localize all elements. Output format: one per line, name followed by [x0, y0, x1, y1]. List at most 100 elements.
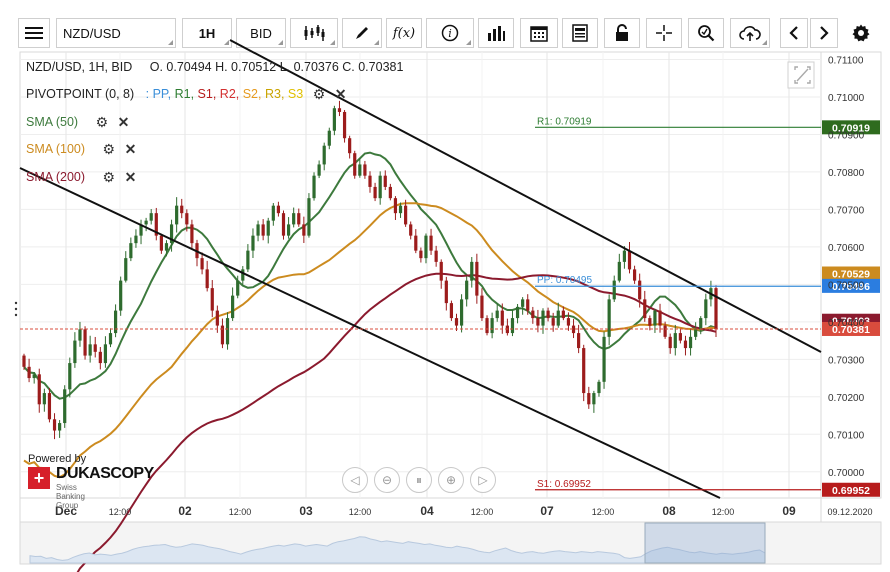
brand-subtitle: Swiss Banking Group	[56, 483, 85, 510]
chart-plot-area	[19, 51, 822, 499]
candle-body	[622, 250, 627, 262]
candle-body	[429, 235, 433, 251]
candle-body	[246, 250, 250, 270]
candle-body	[465, 280, 469, 300]
candle-body	[58, 423, 62, 431]
candle-body	[124, 258, 128, 281]
legend-pivot-sep: :	[145, 86, 150, 101]
drag-handle-icon[interactable]	[14, 301, 18, 317]
candle-body	[119, 280, 123, 311]
x-tick-label: 12:00	[471, 507, 494, 517]
candle-body	[149, 213, 153, 221]
nav-right-icon[interactable]: ▷	[470, 467, 496, 493]
x-tick-label: 02	[178, 504, 192, 518]
candle-body	[510, 318, 515, 334]
legend-pivot-item: R2,	[216, 86, 240, 101]
nav-left-icon[interactable]: ◁	[342, 467, 368, 493]
candle-body	[444, 280, 448, 304]
candle-body	[236, 280, 240, 296]
candle-body	[292, 213, 296, 225]
x-tick-label: 12:00	[592, 507, 615, 517]
fullscreen-icon[interactable]	[787, 61, 815, 89]
candle-body	[577, 333, 581, 349]
candle-body	[266, 220, 270, 236]
candle-body	[531, 310, 535, 319]
x-tick-label: 12:00	[109, 507, 132, 517]
candle-body	[63, 389, 67, 424]
candle-body	[627, 250, 632, 270]
legend-pivot-item: S1,	[194, 86, 217, 101]
candle-body	[281, 213, 286, 236]
legend-ohlc: O. 0.70494 H. 0.70512 L. 0.70376 C. 0.70…	[149, 60, 404, 74]
candle-body	[658, 310, 662, 326]
candle-body	[159, 235, 163, 251]
candle-body	[144, 220, 148, 225]
pivot-settings-icon[interactable]: ⚙	[313, 86, 326, 103]
sma-50-label: SMA (50)	[26, 114, 79, 129]
candle-body	[342, 111, 347, 139]
y-tick-label: 0.71100	[828, 55, 864, 66]
sma-100-settings-icon[interactable]: ⚙	[103, 141, 116, 158]
branding: Powered by + DUKASCOPY Swiss Banking Gro…	[28, 453, 154, 510]
candle-body	[434, 250, 438, 262]
candle-body	[485, 318, 489, 334]
candle-body	[414, 235, 418, 251]
candle-body	[490, 318, 494, 334]
candle-body	[190, 224, 194, 244]
candle-body	[47, 393, 52, 420]
candle-body	[526, 299, 530, 311]
x-tick-label: 09.12.2020	[827, 507, 872, 517]
candle-body	[373, 186, 377, 199]
candle-body	[32, 374, 36, 379]
legend-pivot-item: PP,	[152, 86, 172, 101]
candle-body	[251, 235, 255, 251]
legend-pivot-item: S2,	[239, 86, 262, 101]
y-tick-label: 0.70300	[828, 355, 865, 366]
candle-body	[582, 348, 586, 394]
legend-pivot-label: PIVOTPOINT (0, 8)	[26, 86, 135, 101]
candle-body	[475, 261, 479, 296]
candle-body	[312, 175, 316, 199]
candle-body	[694, 329, 698, 337]
candle-body	[643, 299, 647, 319]
pivot-label-s1: S1: 0.69952	[537, 479, 591, 490]
candle-body	[22, 355, 26, 367]
candle-body	[271, 205, 275, 221]
pivot-label-r1: R1: 0.70919	[537, 116, 592, 127]
sma-50-settings-icon[interactable]: ⚙	[96, 114, 109, 131]
legend-pivot-item: R3,	[261, 86, 285, 101]
x-tick-label: 12:00	[229, 507, 252, 517]
x-tick-label: 08	[662, 504, 676, 518]
candle-body	[515, 306, 520, 319]
zoom-out-icon[interactable]: ⊖	[374, 467, 400, 493]
candle-body	[459, 299, 464, 326]
candle-body	[419, 250, 423, 259]
candle-body	[261, 224, 265, 236]
legend-pivot-row: PIVOTPOINT (0, 8) : PP, R1, S1, R2, S2, …	[26, 86, 346, 103]
candle-body	[699, 318, 703, 330]
candle-body	[358, 164, 362, 176]
pivot-label-pp: PP: 0.70495	[537, 275, 592, 286]
candle-body	[454, 318, 459, 326]
x-tick-label: 03	[299, 504, 313, 518]
dukascopy-logo-icon: +	[28, 467, 50, 489]
candle-body	[185, 213, 189, 225]
sma-200-close-icon[interactable]: ✕	[125, 169, 137, 186]
candle-body	[663, 325, 667, 337]
sma-100-close-icon[interactable]: ✕	[125, 141, 137, 158]
candle-body	[592, 393, 596, 405]
sma-200-settings-icon[interactable]: ⚙	[103, 169, 116, 186]
legend-sma-50: SMA (50) ⚙ ✕	[26, 114, 129, 131]
sma-50-close-icon[interactable]: ✕	[118, 114, 130, 131]
candle-body	[180, 205, 184, 214]
candle-body	[327, 130, 331, 146]
candle-body	[215, 310, 219, 326]
pivot-close-icon[interactable]: ✕	[335, 86, 347, 103]
candle-body	[42, 393, 46, 405]
candle-body	[653, 310, 657, 326]
legend-sma-100: SMA (100) ⚙ ✕	[26, 141, 136, 158]
candle-body	[88, 344, 92, 356]
zoom-in-icon[interactable]: ⊕	[438, 467, 464, 493]
candle-body	[673, 333, 677, 349]
reset-icon[interactable]: ⏸	[406, 467, 432, 493]
